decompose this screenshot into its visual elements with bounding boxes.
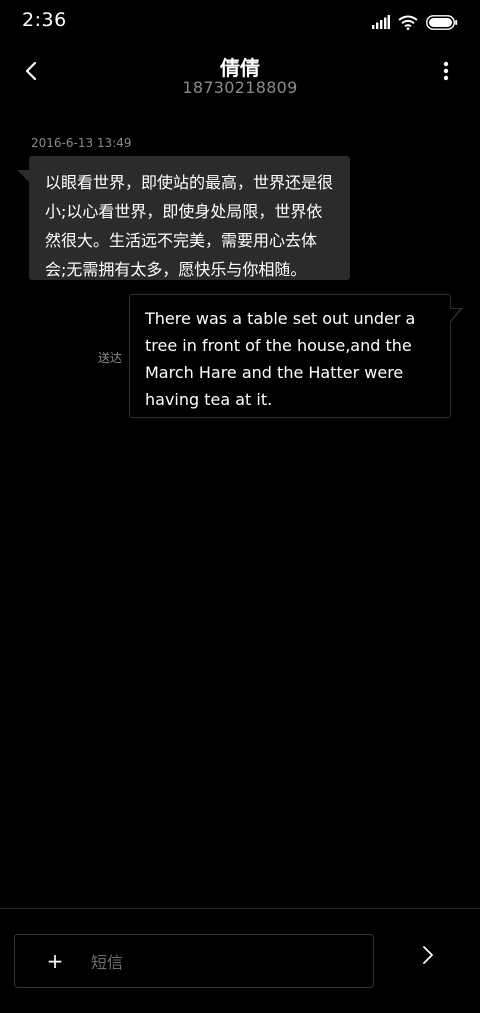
send-button[interactable]: [412, 940, 444, 974]
more-options-button[interactable]: [434, 58, 458, 88]
attach-button[interactable]: +: [41, 947, 69, 975]
status-bar: 2:36: [0, 0, 480, 44]
outgoing-bubble-tail-fill: [450, 309, 460, 321]
more-vertical-icon: [443, 61, 449, 85]
compose-divider: [0, 908, 480, 909]
incoming-message-text: 以眼看世界，即使站的最高，世界还是很小;以心看世界，即使身处局限，世界依然很大。…: [45, 173, 334, 279]
battery-icon: [426, 14, 458, 30]
outgoing-message-bubble[interactable]: There was a table set out under a tree i…: [129, 294, 451, 418]
send-chevron-icon: [421, 944, 435, 970]
contact-number: 18730218809: [182, 78, 298, 97]
outgoing-message-text: There was a table set out under a tree i…: [145, 309, 416, 409]
conversation-screen: 2:36 倩倩 18730218809 2016-6-13 13:49 以眼看世…: [0, 0, 480, 1013]
message-input[interactable]: [89, 945, 363, 979]
incoming-message-bubble[interactable]: 以眼看世界，即使站的最高，世界还是很小;以心看世界，即使身处局限，世界依然很大。…: [29, 156, 350, 280]
incoming-bubble-tail: [17, 170, 29, 182]
message-timestamp: 2016-6-13 13:49: [31, 136, 132, 150]
compose-box: +: [14, 934, 374, 988]
conversation-header: 倩倩 18730218809: [0, 44, 480, 104]
wifi-icon: [398, 15, 418, 30]
signal-icon: [372, 15, 390, 29]
delivery-status: 送达: [98, 351, 123, 365]
status-time: 2:36: [22, 9, 67, 31]
status-icons: [372, 12, 458, 32]
contact-name: 倩倩: [220, 56, 260, 80]
